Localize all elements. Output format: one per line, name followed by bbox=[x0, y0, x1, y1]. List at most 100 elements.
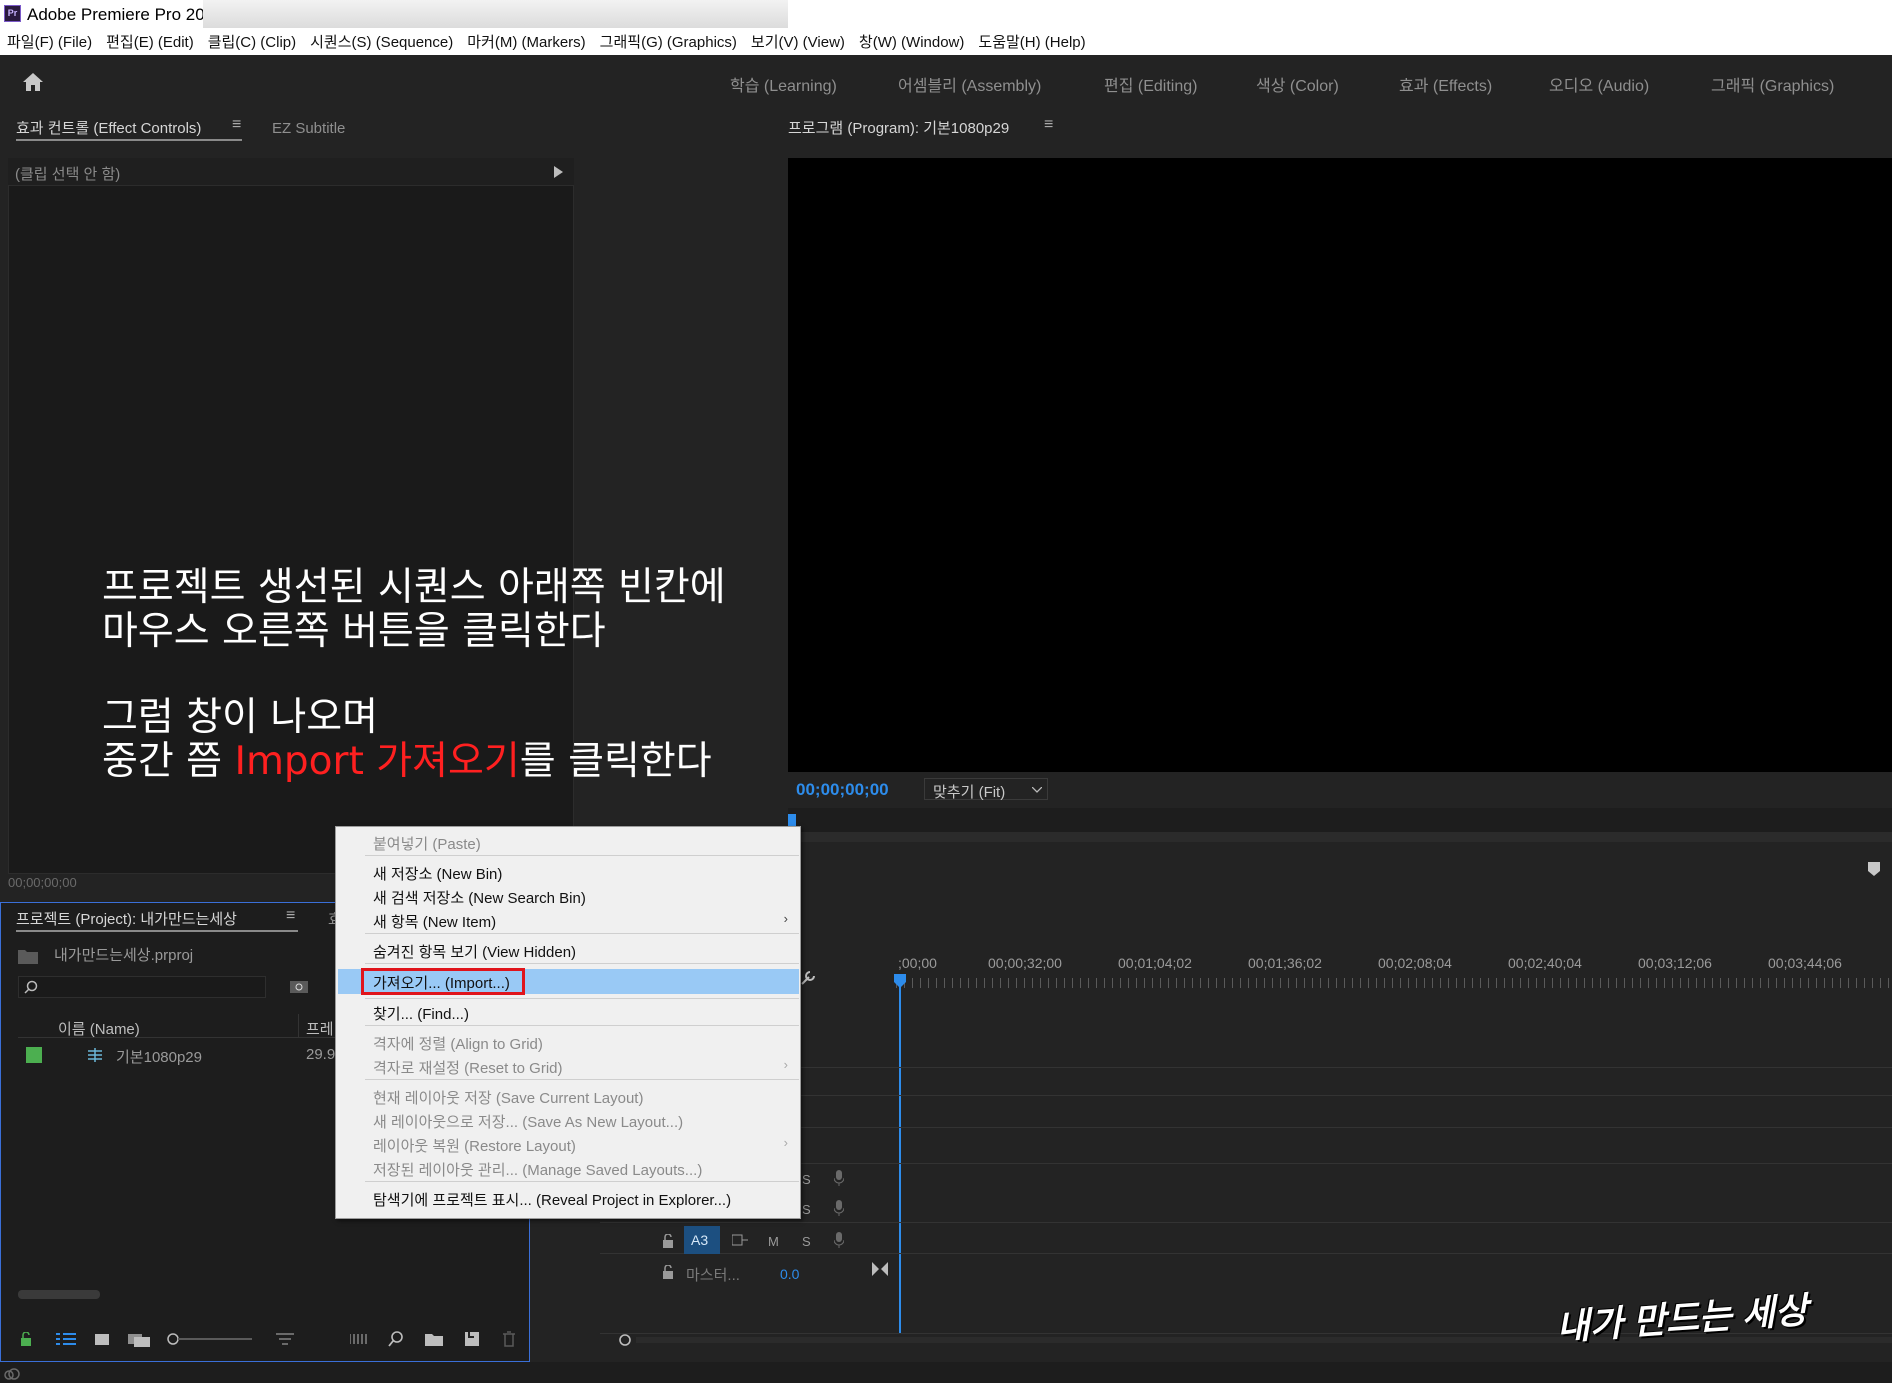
automate-to-sequence-icon[interactable] bbox=[350, 1332, 370, 1346]
sort-icon[interactable] bbox=[276, 1333, 294, 1346]
column-frame-header[interactable]: 프레 bbox=[306, 1018, 334, 1039]
home-icon[interactable] bbox=[22, 71, 44, 93]
ruler-label: 00;02;40;04 bbox=[1508, 955, 1582, 971]
play-triangle-icon[interactable] bbox=[554, 166, 563, 178]
bin-folder-icon bbox=[18, 950, 38, 964]
lock-icon[interactable] bbox=[20, 1332, 32, 1346]
master-volume-value[interactable]: 0.0 bbox=[780, 1266, 799, 1282]
ruler-label: 00;03;12;06 bbox=[1638, 955, 1712, 971]
panel-menu-icon[interactable]: ≡ bbox=[232, 116, 241, 134]
menu-item-restore-layout[interactable]: 레이아웃 복원 (Restore Layout) bbox=[373, 1135, 576, 1156]
menu-item-new-search-bin[interactable]: 새 검색 저장소 (New Search Bin) bbox=[373, 887, 586, 908]
menu-separator bbox=[365, 1079, 799, 1080]
wrench-icon[interactable] bbox=[800, 970, 816, 986]
project-menu-icon[interactable]: ≡ bbox=[286, 907, 295, 925]
annotation-line-4: 중간 쯤 Import 가져오기를 클릭한다 bbox=[102, 730, 712, 786]
menu-item-find[interactable]: 찾기... (Find...) bbox=[373, 1003, 469, 1024]
premiere-app-icon: Pr bbox=[4, 5, 21, 22]
search-input[interactable] bbox=[18, 976, 266, 998]
workspace-color[interactable]: 색상 (Color) bbox=[1256, 72, 1339, 96]
solo-toggle[interactable]: S bbox=[802, 1234, 811, 1249]
menu-separator bbox=[365, 855, 799, 856]
menu-edit[interactable]: 편집(E) (Edit) bbox=[106, 31, 194, 52]
mic-icon[interactable] bbox=[834, 1232, 844, 1248]
menu-graphics[interactable]: 그래픽(G) (Graphics) bbox=[600, 31, 737, 52]
workspace-assembly[interactable]: 어셈블리 (Assembly) bbox=[898, 72, 1041, 96]
workspace-learning[interactable]: 학습 (Learning) bbox=[730, 72, 837, 96]
menu-item-paste[interactable]: 붙여넣기 (Paste) bbox=[373, 833, 481, 854]
sequence-item-name[interactable]: 기본1080p29 bbox=[116, 1046, 202, 1067]
menu-help[interactable]: 도움말(H) (Help) bbox=[978, 31, 1085, 52]
track-sync-icon[interactable] bbox=[732, 1234, 748, 1246]
marker-icon[interactable] bbox=[1868, 862, 1880, 876]
mute-toggle[interactable]: M bbox=[768, 1234, 779, 1249]
mic-icon[interactable] bbox=[834, 1200, 844, 1216]
find-bin-icon[interactable] bbox=[290, 980, 308, 994]
list-view-icon[interactable] bbox=[56, 1333, 76, 1346]
zoom-slider[interactable] bbox=[166, 1332, 252, 1346]
menu-item-manage-saved-layouts[interactable]: 저장된 레이아웃 관리... (Manage Saved Layouts...) bbox=[373, 1159, 702, 1180]
project-panel-title[interactable]: 프로젝트 (Project): 내가만드는세상 bbox=[16, 908, 237, 929]
fit-dropdown[interactable]: 맞추기 (Fit) bbox=[924, 778, 1048, 801]
project-scrollbar[interactable] bbox=[18, 1290, 100, 1299]
track-lock-icon[interactable] bbox=[662, 1234, 674, 1248]
menu-item-save-current-layout[interactable]: 현재 레이아웃 저장 (Save Current Layout) bbox=[373, 1087, 643, 1108]
workspace-bar: 학습 (Learning) 어셈블리 (Assembly) 편집 (Editin… bbox=[0, 55, 1892, 110]
master-lock-icon[interactable] bbox=[662, 1265, 674, 1279]
creative-cloud-icon[interactable] bbox=[4, 1367, 20, 1381]
menu-item-new-item[interactable]: 새 항목 (New Item) bbox=[373, 911, 496, 932]
menu-file[interactable]: 파일(F) (File) bbox=[7, 31, 92, 52]
track-a3-button[interactable]: A3 bbox=[684, 1226, 720, 1254]
timeline-zoom-handle[interactable] bbox=[618, 1333, 632, 1347]
program-monitor-title[interactable]: 프로그램 (Program): 기본1080p29 bbox=[788, 117, 1009, 138]
menu-window[interactable]: 창(W) (Window) bbox=[859, 31, 964, 52]
trash-icon[interactable] bbox=[502, 1331, 516, 1347]
menu-item-save-as-new-layout[interactable]: 새 레이아웃으로 저장... (Save As New Layout...) bbox=[373, 1111, 683, 1132]
menu-separator bbox=[365, 963, 799, 964]
blurred-title-area bbox=[203, 0, 788, 28]
menu-view[interactable]: 보기(V) (View) bbox=[751, 31, 845, 52]
sequence-icon bbox=[88, 1048, 102, 1062]
find-icon[interactable] bbox=[388, 1331, 404, 1347]
column-name-header[interactable]: 이름 (Name) bbox=[58, 1018, 140, 1039]
menu-item-new-bin[interactable]: 새 저장소 (New Bin) bbox=[373, 863, 502, 884]
tab-ez-subtitle[interactable]: EZ Subtitle bbox=[272, 120, 345, 137]
menu-item-reveal-project[interactable]: 탐색기에 프로젝트 표시... (Reveal Project in Explo… bbox=[373, 1189, 731, 1210]
submenu-chevron-icon: › bbox=[783, 1057, 788, 1072]
menu-separator bbox=[365, 1025, 799, 1026]
search-icon bbox=[24, 980, 38, 994]
menu-item-align-to-grid[interactable]: 격자에 정렬 (Align to Grid) bbox=[373, 1033, 543, 1054]
ruler-label: 00;00;32;00 bbox=[988, 955, 1062, 971]
fit-label: 맞추기 (Fit) bbox=[933, 784, 1006, 801]
solo-toggle[interactable]: S bbox=[802, 1202, 811, 1217]
ruler-ticks bbox=[896, 978, 1892, 988]
gap-end-icon[interactable] bbox=[872, 1262, 888, 1276]
program-playhead[interactable] bbox=[788, 814, 796, 826]
ruler-label: 00;02;08;04 bbox=[1378, 955, 1452, 971]
menu-clip[interactable]: 클립(C) (Clip) bbox=[208, 31, 296, 52]
program-menu-icon[interactable]: ≡ bbox=[1044, 116, 1053, 134]
solo-toggle[interactable]: S bbox=[802, 1172, 811, 1187]
track-a3-label: A3 bbox=[691, 1232, 709, 1248]
label-color-swatch[interactable] bbox=[26, 1047, 42, 1063]
workspace-audio[interactable]: 오디오 (Audio) bbox=[1549, 72, 1649, 96]
new-item-icon[interactable] bbox=[464, 1331, 480, 1347]
menu-item-view-hidden[interactable]: 숨겨진 항목 보기 (View Hidden) bbox=[373, 941, 576, 962]
workspace-editing[interactable]: 편집 (Editing) bbox=[1104, 72, 1197, 96]
tab-effect-controls[interactable]: 효과 컨트롤 (Effect Controls) bbox=[16, 117, 201, 138]
menu-markers[interactable]: 마커(M) (Markers) bbox=[467, 31, 585, 52]
menu-item-import[interactable]: 가져오기... (Import...) bbox=[373, 972, 510, 993]
program-timecode[interactable]: 00;00;00;00 bbox=[796, 780, 889, 800]
workspace-effects[interactable]: 효과 (Effects) bbox=[1399, 72, 1492, 96]
project-tab-underline bbox=[16, 930, 298, 932]
mic-icon[interactable] bbox=[834, 1170, 844, 1186]
title-bar: Pr Adobe Premiere Pro 2019 bbox=[0, 0, 1892, 28]
icon-view-icon[interactable] bbox=[94, 1333, 110, 1346]
menu-item-reset-to-grid[interactable]: 격자로 재설정 (Reset to Grid) bbox=[373, 1057, 563, 1078]
new-bin-icon[interactable] bbox=[425, 1332, 443, 1346]
workspace-graphics[interactable]: 그래픽 (Graphics) bbox=[1711, 72, 1834, 96]
track-divider bbox=[600, 1253, 1892, 1254]
freeform-view-icon[interactable] bbox=[128, 1332, 150, 1347]
menu-sequence[interactable]: 시퀀스(S) (Sequence) bbox=[310, 31, 453, 52]
program-zoom-bar[interactable] bbox=[788, 832, 1892, 842]
